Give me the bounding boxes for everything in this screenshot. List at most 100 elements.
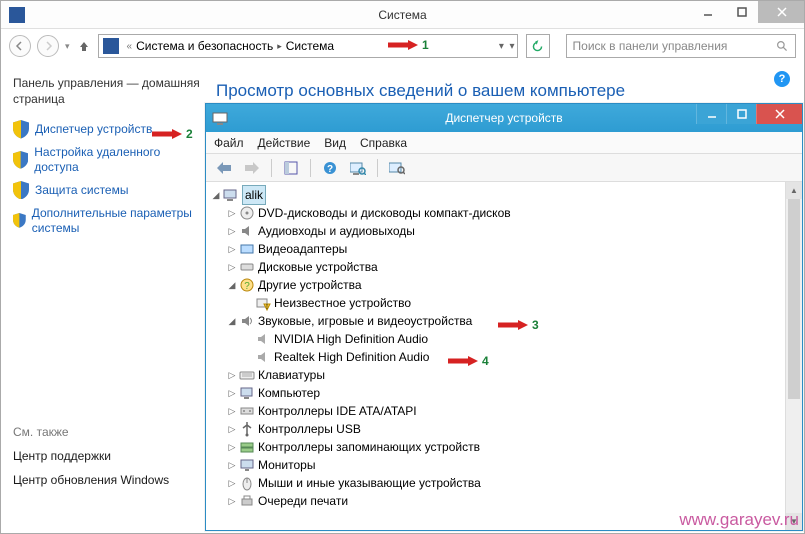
system-titlebar[interactable]: Система: [1, 1, 804, 29]
device-tree[interactable]: ◢ alik ▷ DVD-дисководы и дисководы компак…: [206, 182, 785, 530]
tree-label: Аудиовходы и аудиовыходы: [258, 222, 415, 240]
display-adapter-icon: [239, 241, 255, 257]
tree-label: NVIDIA High Definition Audio: [274, 330, 428, 348]
expand-icon[interactable]: ▷: [226, 204, 238, 222]
tree-node[interactable]: ▷Контроллеры IDE ATA/ATAPI: [210, 402, 783, 420]
ide-icon: [239, 403, 255, 419]
sidebar-plain-update[interactable]: Центр обновления Windows: [13, 473, 200, 487]
expand-icon[interactable]: ▷: [226, 384, 238, 402]
breadcrumb-dropdowns[interactable]: ▾ ▾: [499, 41, 515, 52]
tree-label: Другие устройства: [258, 276, 362, 294]
usb-icon: [239, 421, 255, 437]
expand-icon[interactable]: ▷: [226, 366, 238, 384]
expand-icon[interactable]: ▷: [226, 402, 238, 420]
tree-node[interactable]: ▷Контроллеры запоминающих устройств: [210, 438, 783, 456]
shield-icon: [13, 182, 29, 198]
shield-icon: [13, 152, 28, 168]
menu-file[interactable]: Файл: [214, 136, 244, 150]
tool-properties-button[interactable]: [385, 157, 409, 179]
dm-close-button[interactable]: [756, 104, 802, 124]
sidebar-link-advanced[interactable]: Дополнительные параметры системы: [13, 206, 200, 235]
sidebar-link-protection[interactable]: Защита системы: [13, 182, 200, 198]
device-manager-icon: [212, 110, 228, 126]
search-box[interactable]: Поиск в панели управления: [566, 34, 796, 58]
tool-back-button[interactable]: [212, 157, 236, 179]
tree-node-unknown[interactable]: !Неизвестное устройство: [210, 294, 783, 312]
tree-node[interactable]: ▷ DVD-дисководы и дисководы компакт-диско…: [210, 204, 783, 222]
tree-node-nvidia-audio[interactable]: NVIDIA High Definition Audio: [210, 330, 783, 348]
breadcrumb-bar[interactable]: « Система и безопасность ▸ Система ▾ ▾: [98, 34, 518, 58]
sidebar-link-remote[interactable]: Настройка удаленного доступа: [13, 145, 200, 174]
scroll-up-button[interactable]: ▲: [786, 182, 802, 199]
tool-show-hidden-button[interactable]: [279, 157, 303, 179]
tree-node[interactable]: ▷Клавиатуры: [210, 366, 783, 384]
tool-scan-button[interactable]: [346, 157, 370, 179]
collapse-icon[interactable]: ◢: [226, 276, 238, 294]
chevron-right-icon[interactable]: ▸: [277, 41, 282, 52]
see-also-heading: См. также: [13, 425, 200, 439]
expand-icon[interactable]: ▷: [226, 456, 238, 474]
expand-icon[interactable]: ▷: [226, 438, 238, 456]
expand-icon[interactable]: ▷: [226, 420, 238, 438]
sidebar-heading[interactable]: Панель управления — домашняя страница: [13, 75, 200, 107]
collapse-icon[interactable]: ◢: [226, 312, 238, 330]
tree-label: DVD-дисководы и дисководы компакт-дисков: [258, 204, 511, 222]
tree-node[interactable]: ▷Контроллеры USB: [210, 420, 783, 438]
tree-label: Очереди печати: [258, 492, 348, 510]
tree-node-sound[interactable]: ◢Звуковые, игровые и видеоустройства: [210, 312, 783, 330]
expand-icon[interactable]: ▷: [226, 492, 238, 510]
tree-node[interactable]: ▷ Очереди печати: [210, 492, 783, 510]
breadcrumb-seg-2[interactable]: Система: [286, 39, 334, 53]
up-button[interactable]: [76, 38, 92, 54]
audio-io-icon: [239, 223, 255, 239]
recent-dropdown-icon[interactable]: ▾: [65, 41, 70, 52]
refresh-button[interactable]: [526, 34, 550, 58]
vertical-scrollbar[interactable]: ▲ ▼: [785, 182, 802, 530]
tree-root-label: alik: [242, 185, 266, 205]
expand-icon[interactable]: ▷: [226, 240, 238, 258]
shield-icon: [13, 213, 26, 229]
tree-root[interactable]: ◢ alik: [210, 186, 783, 204]
breadcrumb-seg-1[interactable]: Система и безопасность: [136, 39, 273, 53]
tree-node[interactable]: ▷Мыши и иные указывающие устройства: [210, 474, 783, 492]
expand-icon[interactable]: ▷: [226, 474, 238, 492]
tree-label: Realtek High Definition Audio: [274, 348, 429, 366]
tree-node-realtek-audio[interactable]: Realtek High Definition Audio: [210, 348, 783, 366]
menu-help[interactable]: Справка: [360, 136, 407, 150]
tree-node-other[interactable]: ◢?Другие устройства: [210, 276, 783, 294]
menu-view[interactable]: Вид: [324, 136, 346, 150]
maximize-button[interactable]: [724, 1, 758, 23]
collapse-icon[interactable]: ◢: [210, 186, 222, 204]
tree-node[interactable]: ▷Видеоадаптеры: [210, 240, 783, 258]
dm-maximize-button[interactable]: [726, 104, 756, 124]
toolbar-sep: [271, 159, 272, 177]
scroll-thumb[interactable]: [788, 199, 800, 399]
close-button[interactable]: [758, 1, 804, 23]
dm-body: ◢ alik ▷ DVD-дисководы и дисководы компак…: [206, 182, 802, 530]
expand-icon[interactable]: ▷: [226, 258, 238, 276]
tree-node[interactable]: ▷Дисковые устройства: [210, 258, 783, 276]
svg-text:?: ?: [327, 164, 333, 175]
forward-button[interactable]: [37, 35, 59, 57]
sidebar-plain-support[interactable]: Центр поддержки: [13, 449, 200, 463]
dm-minimize-button[interactable]: [696, 104, 726, 124]
back-button[interactable]: [9, 35, 31, 57]
tree-node[interactable]: ▷ Аудиовходы и аудиовыходы: [210, 222, 783, 240]
tree-node[interactable]: ▷Мониторы: [210, 456, 783, 474]
watermark: www.garayev.ru: [679, 510, 799, 530]
tool-forward-button[interactable]: [240, 157, 264, 179]
dm-titlebar[interactable]: Диспетчер устройств: [206, 104, 802, 132]
tool-help-button[interactable]: ?: [318, 157, 342, 179]
tree-node[interactable]: ▷ Компьютер: [210, 384, 783, 402]
system-icon: [9, 7, 25, 23]
main-heading: Просмотр основных сведений о вашем компь…: [216, 81, 794, 101]
warning-icon: !: [255, 295, 271, 311]
sidebar-link-device-manager[interactable]: Диспетчер устройств: [13, 121, 200, 137]
menu-action[interactable]: Действие: [258, 136, 311, 150]
breadcrumb-sep: «: [127, 41, 133, 52]
sound-icon: [255, 331, 271, 347]
device-manager-window: Диспетчер устройств Файл Действие Вид Сп…: [205, 103, 803, 531]
expand-icon[interactable]: ▷: [226, 222, 238, 240]
tree-label: Компьютер: [258, 384, 320, 402]
minimize-button[interactable]: [690, 1, 724, 23]
